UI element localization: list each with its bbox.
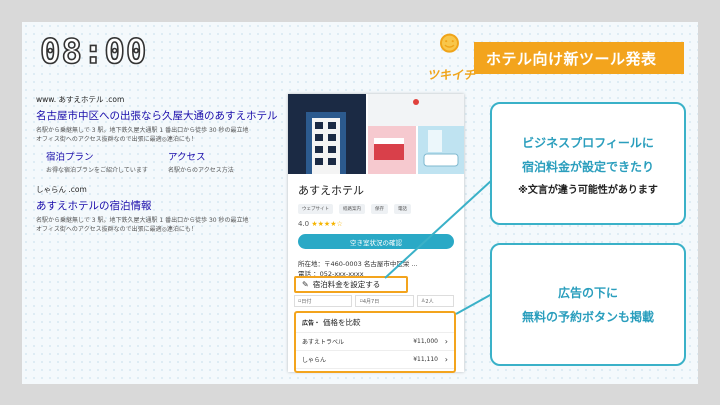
rating: 4.0 ★★★★☆ (298, 220, 464, 228)
price-site: しゃらん (302, 357, 327, 364)
save-chip[interactable]: 保存 (371, 204, 388, 214)
ad-desc-line: オフィス街へのアクセス抜群なので出張に最適◎連泊にも！ (36, 136, 197, 144)
price-comparison: 広告・ 価格を比較 あすえトラベル ¥11,000 › しゃらん ¥11,110 … (294, 311, 456, 373)
hotel-photos[interactable] (288, 94, 464, 174)
pencil-icon: ✎ (302, 280, 309, 289)
clock: 08:00 (39, 31, 148, 73)
price-comparison-header: 広告・ 価格を比較 (296, 313, 454, 333)
sitelink-plans[interactable]: 宿泊プラン お得な宿泊プランをご紹介しています (46, 149, 158, 174)
brand-label: ツキイチ (426, 68, 478, 82)
date-field[interactable]: ▫ 日付 (294, 295, 353, 307)
business-name: あすえホテル (298, 184, 364, 197)
callout-line: 広告の下に (557, 285, 618, 300)
price-site: あすえトラベル (302, 339, 345, 346)
search-ad-2[interactable]: しゃらん .com あすえホテルの宿泊情報 名駅から乗継無しで 3 駅。地下鉄久… (36, 184, 280, 235)
sitelink-desc: お得な宿泊プランをご紹介しています (46, 166, 148, 174)
checkout-date-field[interactable]: ▫ 4月7日 (355, 295, 414, 307)
date-field-label: 日付 (301, 298, 312, 305)
callout-line: 無料の予約ボタンも掲載 (521, 309, 654, 324)
website-chip[interactable]: ウェブサイト (298, 204, 333, 214)
callout-note: ※文言が違う可能性があります (518, 185, 658, 196)
price-row[interactable]: しゃらん ¥11,110 › (296, 351, 454, 369)
ad-url[interactable]: しゃらん .com (36, 184, 280, 195)
ad-title[interactable]: あすえホテルの宿泊情報 (36, 198, 280, 213)
ad-description: 名駅から乗継無しで 3 駅。地下鉄久屋大通駅 1 番出口から徒歩 30 秒の最立… (36, 126, 280, 145)
sitelink-access[interactable]: アクセス 名駅からのアクセス方法 (168, 149, 280, 174)
sitelink-title[interactable]: 宿泊プラン (46, 149, 158, 163)
sitelinks: 宿泊プラン お得な宿泊プランをご紹介しています アクセス 名駅からのアクセス方法 (36, 149, 280, 174)
action-chips: ウェブサイト 経路案内 保存 電話 (298, 204, 464, 214)
hotel-photo-image (288, 94, 464, 174)
callout-booking-button: 広告の下に 無料の予約ボタンも掲載 (490, 243, 686, 366)
ad-title[interactable]: 名古屋市中区への出張なら久屋大通のあすえホテル (36, 108, 280, 123)
ad-desc-line: 名駅から乗継無しで 3 駅。地下鉄久屋大通駅 1 番出口から徒歩 30 秒の最立… (36, 127, 249, 134)
sitelink-title[interactable]: アクセス (168, 149, 280, 163)
set-room-rate-button[interactable]: ✎ 宿泊料金を設定する (294, 276, 408, 293)
rating-value: 4.0 (298, 220, 310, 228)
chevron-right-icon: › (444, 355, 448, 364)
ad-tag: 広告・ (302, 320, 321, 327)
price-comparison-title: 価格を比較 (323, 318, 361, 327)
directions-chip[interactable]: 経路案内 (339, 204, 365, 214)
price-row[interactable]: あすえトラベル ¥11,000 › (296, 333, 454, 351)
callout-room-rates: ビジネスプロフィールに 宿泊料金が設定できたり ※文言が違う可能性があります (490, 102, 686, 225)
title-banner: ホテル向け新ツール発表 (474, 42, 684, 74)
brand-smile-icon (439, 33, 459, 53)
ad-desc-line: 名駅から乗継無しで 3 駅。地下鉄久屋大通駅 1 番出口から徒歩 30 秒の最立… (36, 216, 249, 224)
set-room-rate-label: 宿泊料金を設定する (312, 280, 381, 289)
chevron-right-icon: › (444, 337, 448, 346)
callout-line: 宿泊料金が設定できたり (521, 160, 654, 174)
guests-field[interactable]: ♙ 2人 (416, 295, 455, 307)
call-chip[interactable]: 電話 (394, 204, 411, 214)
ad-url[interactable]: www. あすえホテル .com (36, 94, 280, 105)
ad-description: 名駅から乗継無しで 3 駅。地下鉄久屋大通駅 1 番出口から徒歩 30 秒の最立… (36, 216, 280, 235)
guests-label: 2人 (425, 298, 434, 305)
checkout-date-label: 4月7日 (362, 298, 380, 305)
price-value: ¥11,110 (413, 356, 438, 363)
sitelink-desc: 名駅からのアクセス方法 (168, 166, 234, 174)
search-results: www. あすえホテル .com 名古屋市中区への出張なら久屋大通のあすえホテル… (36, 94, 280, 244)
check-availability-button[interactable]: 空き室状況の確認 (298, 234, 454, 249)
rating-stars-icon: ★★★★☆ (311, 220, 343, 228)
callout-line: ビジネスプロフィールに (522, 136, 654, 150)
ad-desc-line: オフィス街へのアクセス抜群なので出張に最適◎連泊にも！ (36, 225, 197, 233)
booking-fields: ▫ 日付 ▫ 4月7日 ♙ 2人 (294, 295, 455, 307)
address: 所在地：〒460-0003 名古屋市中区栄 ... (298, 260, 418, 268)
price-value: ¥11,000 (413, 338, 438, 345)
search-ad-1[interactable]: www. あすえホテル .com 名古屋市中区への出張なら久屋大通のあすえホテル… (36, 94, 280, 174)
